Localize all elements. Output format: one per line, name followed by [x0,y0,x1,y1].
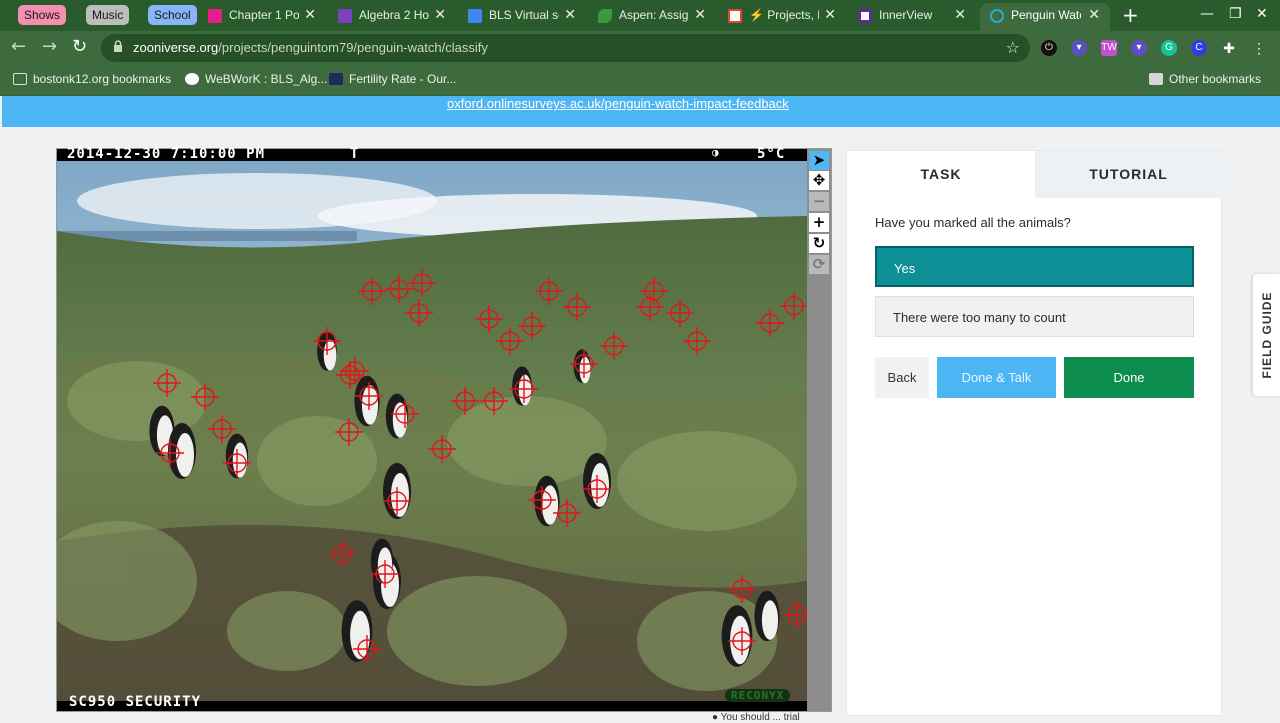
url-text: zooniverse.org/projects/penguintom79/pen… [133,40,488,55]
move-icon[interactable]: ✥ [809,171,829,190]
bookmarks-bar: bostonk12.org bookmarks WeBWorK : BLS_Al… [0,64,1280,96]
tab-task[interactable]: TASK [847,151,1035,198]
field-guide-tab[interactable]: FIELD GUIDE [1253,274,1280,396]
shield-icon[interactable]: ▾ [1131,40,1147,56]
tab-group-music[interactable]: Music [86,5,130,25]
tab-chapter1[interactable]: Chapter 1 Por ✕ [198,3,326,29]
forward-arrow-icon[interactable]: → [42,36,57,57]
power-icon[interactable]: ⏻ [1041,40,1057,56]
zoom-out-icon[interactable]: − [809,192,829,211]
moon-phase-icon: ◑ [712,146,720,159]
browser-toolbar: ← → ↻ zooniverse.org/projects/penguintom… [0,31,1280,64]
tab-label: Aspen: Assign [619,8,689,22]
gmail-icon [728,9,742,23]
bookmark-star-icon[interactable]: ☆ [1006,38,1020,57]
rotate-icon[interactable]: ↻ [809,234,829,253]
lock-icon [114,40,122,52]
tab-close-icon[interactable]: ✕ [434,6,446,23]
done-button[interactable]: Done [1064,357,1194,398]
info-icon: ● [712,712,719,723]
tab-projects[interactable]: ⚡ Projects, R ✕ [718,3,846,29]
tab-label: Penguin Watc [1011,8,1081,22]
c-icon[interactable]: C [1191,40,1207,56]
docs-icon [468,9,482,23]
innerview-icon [858,9,872,23]
data-icon [329,73,343,85]
shield-icon[interactable]: ▾ [1071,40,1087,56]
close-window-icon[interactable]: ✕ [1256,6,1268,22]
folder-icon [13,73,27,85]
reload-icon[interactable]: ↻ [72,36,87,57]
tab-close-icon[interactable]: ✕ [1088,6,1100,23]
tab-label: ⚡ Projects, R [749,8,819,22]
bookmark-webwork[interactable]: WeBWorK : BLS_Alg... [185,72,327,86]
tab-aspen[interactable]: Aspen: Assign ✕ [588,3,716,29]
tab-label: Algebra 2 Hor [359,8,429,22]
task-panel: TASK TUTORIAL Have you marked all the an… [846,150,1222,716]
onenote-icon [338,9,352,23]
folder-icon [1149,73,1163,85]
tab-close-icon[interactable]: ✕ [304,6,316,23]
new-tab-button[interactable]: + [1122,3,1139,27]
leaf-icon [598,9,612,23]
globe-icon [185,73,199,85]
camera-marker: T [350,146,360,162]
reconyx-logo: RECONYX [725,689,791,702]
camera-model: SC950 SECURITY [69,694,202,710]
tab-bls-virtual[interactable]: BLS Virtual sc ✕ [458,3,586,29]
tab-group-school[interactable]: School [148,5,197,25]
tab-label: Chapter 1 Por [229,8,299,22]
bookmark-bostonk12[interactable]: bostonk12.org bookmarks [13,72,171,86]
camera-temperature: 5°C [757,146,786,162]
back-arrow-icon[interactable]: ← [11,36,26,57]
tab-tutorial[interactable]: TUTORIAL [1035,151,1222,198]
camera-timestamp: 2014-12-30 7:10:00 PM [67,146,266,162]
back-button[interactable]: Back [875,357,929,398]
image-toolbar: ➤ ✥ − + ↻ ⟳ [807,149,831,711]
tab-close-icon[interactable]: ✕ [564,6,576,23]
tab-strip: Shows Music School Chapter 1 Por ✕ Algeb… [0,0,1280,31]
tab-favicon-icon [208,9,222,23]
reset-icon[interactable]: ⟳ [809,255,829,274]
tab-innerview[interactable]: InnerView ✕ [848,3,976,29]
tw-icon[interactable]: TW [1101,40,1117,56]
tab-close-icon[interactable]: ✕ [694,6,706,23]
footnote: ● You should ... trial [712,712,800,723]
zoom-in-icon[interactable]: + [809,213,829,232]
zooniverse-icon [990,9,1004,23]
tab-close-icon[interactable]: ✕ [954,6,966,23]
bookmark-fertility[interactable]: Fertility Rate - Our... [329,72,456,86]
bookmark-other[interactable]: Other bookmarks [1149,72,1261,86]
field-guide-label: FIELD GUIDE [1260,291,1274,379]
tab-group-shows[interactable]: Shows [18,5,67,25]
tab-label: BLS Virtual sc [489,8,559,22]
grammarly-icon[interactable]: G [1161,40,1177,56]
feedback-banner: oxford.onlinesurveys.ac.uk/penguin-watch… [2,96,1280,127]
tab-close-icon[interactable]: ✕ [824,6,836,23]
task-question: Have you marked all the animals? [875,215,1071,230]
tab-algebra[interactable]: Algebra 2 Hor ✕ [328,3,456,29]
subject-viewer: 2014-12-30 7:10:00 PM T ◑ 5°C SC950 SECU… [56,146,832,712]
puzzle-icon[interactable]: ✚ [1221,40,1237,56]
restore-icon[interactable]: ❐ [1229,6,1242,22]
answer-too-many[interactable]: There were too many to count [875,296,1194,337]
answer-yes[interactable]: Yes [875,246,1194,287]
penguin-photo[interactable] [57,161,807,701]
menu-dots-icon[interactable]: ⋮ [1251,40,1267,56]
tab-penguin-watch[interactable]: Penguin Watc ✕ [980,3,1110,31]
done-and-talk-button[interactable]: Done & Talk [937,357,1056,398]
pointer-icon[interactable]: ➤ [809,151,829,170]
tab-label: InnerView [879,8,933,22]
minimize-icon[interactable]: — [1200,6,1214,22]
feedback-survey-link[interactable]: oxford.onlinesurveys.ac.uk/penguin-watch… [447,96,789,111]
address-bar[interactable]: zooniverse.org/projects/penguintom79/pen… [101,34,1030,62]
